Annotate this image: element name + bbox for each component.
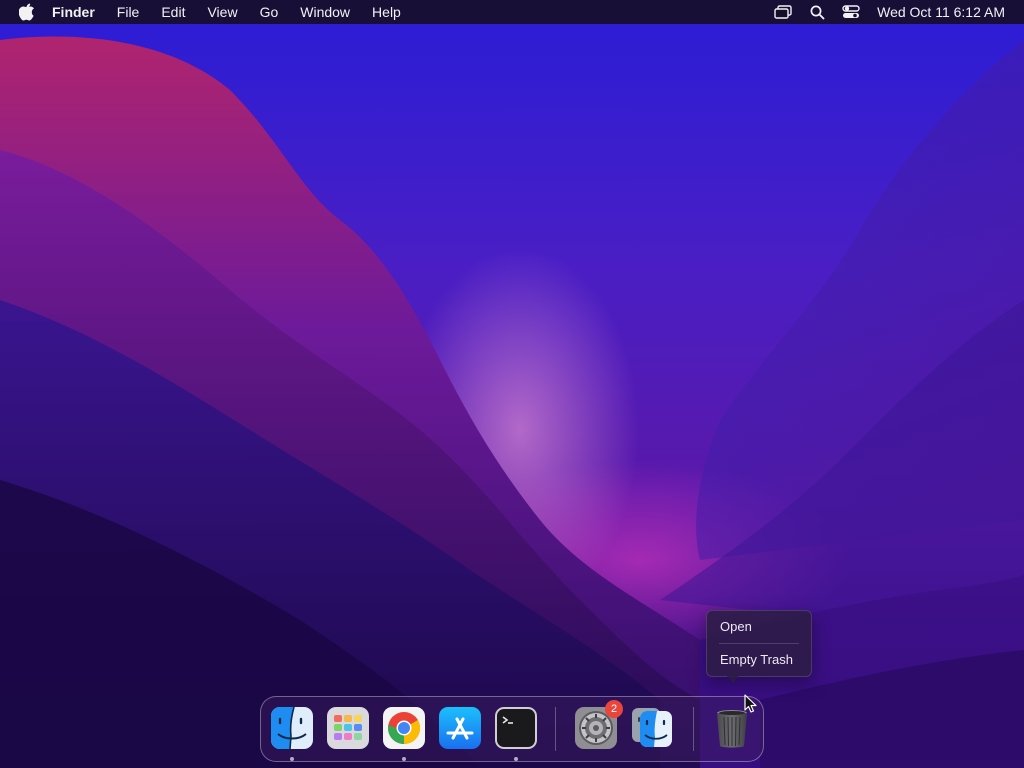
chrome-running-indicator: [402, 757, 406, 761]
terminal-icon: [495, 707, 537, 749]
menu-view[interactable]: View: [196, 0, 248, 24]
spotlight-search-icon[interactable]: [807, 0, 827, 24]
wallpaper: [0, 36, 1024, 768]
migration-assistant-icon: [632, 708, 672, 747]
dock-migration-assistant[interactable]: [630, 706, 674, 750]
finder-icon: [271, 707, 313, 749]
menu-app-name[interactable]: Finder: [52, 0, 106, 24]
app-store-icon: [439, 707, 481, 749]
trash-context-menu: Open Empty Trash: [706, 610, 812, 677]
dock-separator: [555, 707, 556, 751]
control-center-icon[interactable]: [841, 0, 861, 24]
desktop[interactable]: Finder File Edit View Go Window Help Wed…: [0, 0, 1024, 768]
dock-terminal[interactable]: [494, 706, 538, 750]
dock-app-store[interactable]: [438, 706, 482, 750]
menu-window[interactable]: Window: [289, 0, 361, 24]
notification-badge: 2: [605, 700, 623, 718]
screen-mirroring-icon[interactable]: [773, 0, 793, 24]
menu-file[interactable]: File: [106, 0, 151, 24]
dock-system-settings[interactable]: 2: [574, 700, 623, 750]
dock-launchpad[interactable]: [326, 706, 370, 750]
dock: 2: [260, 696, 764, 762]
chrome-icon: [383, 707, 425, 749]
context-menu-open[interactable]: Open: [720, 617, 752, 637]
terminal-running-indicator: [514, 757, 518, 761]
launchpad-icon: [327, 707, 369, 749]
menu-help[interactable]: Help: [361, 0, 412, 24]
menu-bar: Finder File Edit View Go Window Help Wed…: [0, 0, 1024, 24]
context-menu-empty-trash[interactable]: Empty Trash: [720, 650, 793, 670]
menu-go[interactable]: Go: [249, 0, 290, 24]
context-menu-pointer: [726, 675, 740, 683]
menu-bar-clock[interactable]: Wed Oct 11 6:12 AM: [877, 4, 1005, 20]
dock-finder[interactable]: [270, 706, 314, 750]
mouse-cursor-icon: [744, 694, 757, 713]
menu-edit[interactable]: Edit: [150, 0, 196, 24]
dock-chrome[interactable]: [382, 706, 426, 750]
dock-separator-trash: [693, 707, 694, 751]
finder-running-indicator: [290, 757, 294, 761]
apple-logo-icon[interactable]: [16, 0, 38, 24]
context-menu-separator: [719, 643, 799, 644]
